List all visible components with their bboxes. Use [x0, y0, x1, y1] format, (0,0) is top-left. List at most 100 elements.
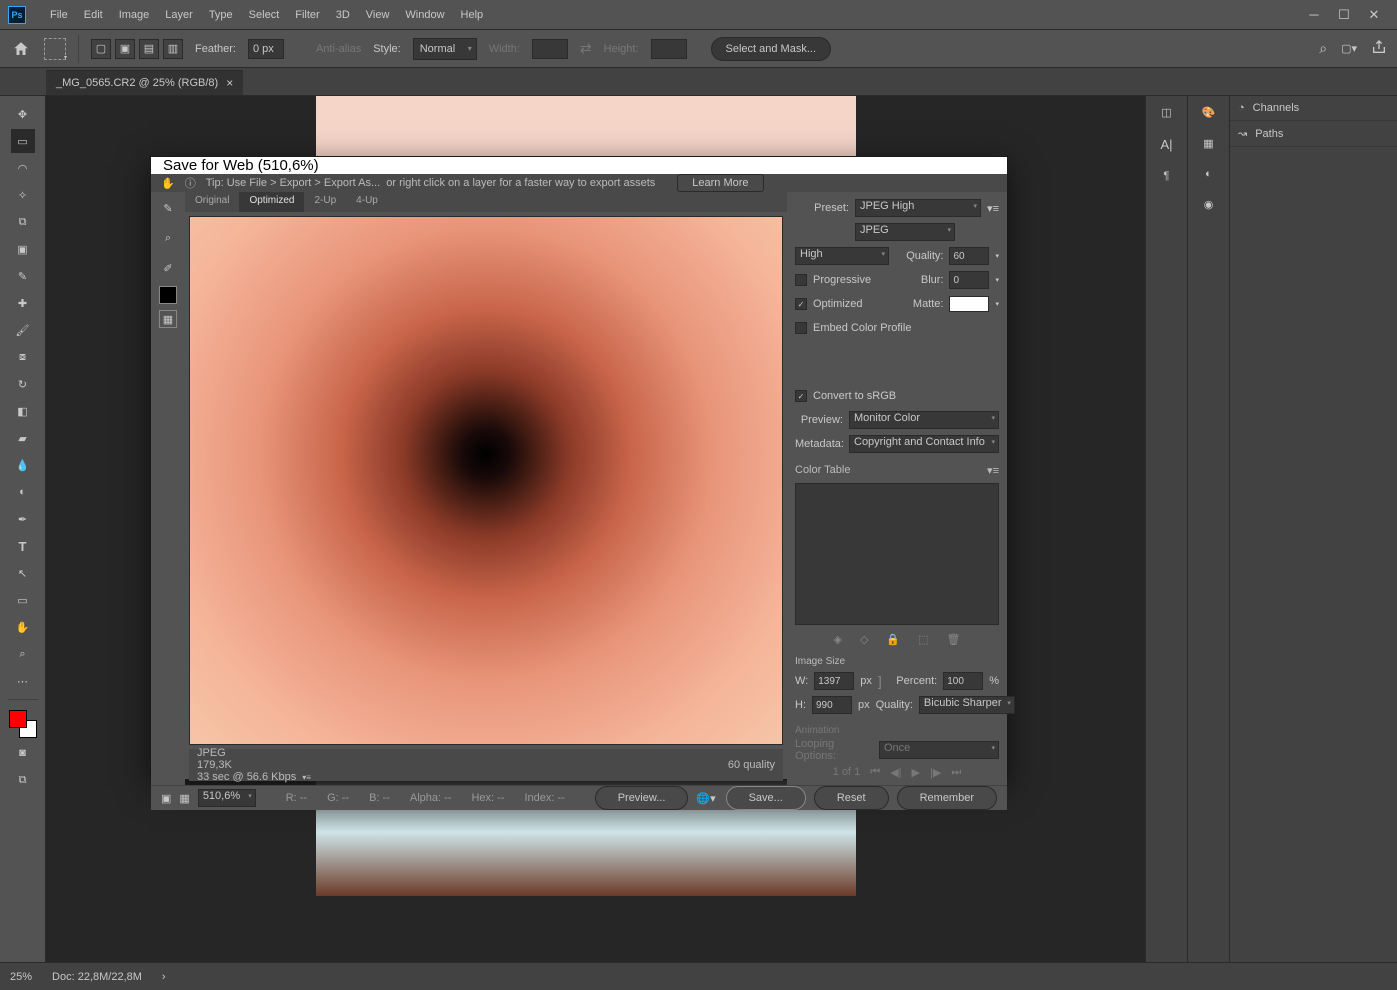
- path-selection-tool[interactable]: ↖: [11, 561, 35, 585]
- ct-shift-icon[interactable]: ◇: [860, 633, 868, 646]
- panel-icon[interactable]: ◫: [1161, 106, 1171, 119]
- eraser-tool[interactable]: ◧: [11, 399, 35, 423]
- status-caret-icon[interactable]: ›: [162, 971, 166, 983]
- dlg-zoom-tool[interactable]: ⌕: [156, 226, 180, 250]
- menu-select[interactable]: Select: [241, 5, 288, 25]
- marquee-tool[interactable]: ▭: [11, 129, 35, 153]
- menu-image[interactable]: Image: [111, 5, 158, 25]
- document-tab[interactable]: _MG_0565.CR2 @ 25% (RGB/8) ×: [46, 70, 243, 95]
- zoom-tool[interactable]: ⌕: [11, 642, 35, 666]
- selection-subtract[interactable]: ▤: [139, 39, 159, 59]
- blur-input[interactable]: [949, 271, 989, 289]
- menu-view[interactable]: View: [358, 5, 398, 25]
- document-info[interactable]: Doc: 22,8M/22,8M: [52, 971, 142, 983]
- paragraph-panel-icon[interactable]: ¶: [1164, 170, 1170, 182]
- history-brush-tool[interactable]: ↻: [11, 372, 35, 396]
- more-tools[interactable]: ⋯: [11, 669, 35, 693]
- clone-stamp-tool[interactable]: ⧇: [11, 345, 35, 369]
- selection-intersect[interactable]: ▥: [163, 39, 183, 59]
- preview-browser-button[interactable]: Preview...: [595, 786, 689, 810]
- lasso-tool[interactable]: ◠: [11, 156, 35, 180]
- compression-dropdown[interactable]: High: [795, 247, 889, 265]
- select-and-mask-button[interactable]: Select and Mask...: [711, 37, 832, 61]
- matte-caret[interactable]: ▾: [995, 300, 999, 308]
- dlg-slice-visibility[interactable]: ▦: [159, 310, 177, 328]
- paths-panel[interactable]: ↝ Paths: [1230, 121, 1397, 147]
- height-input[interactable]: [812, 696, 852, 714]
- blur-caret[interactable]: ▾: [995, 276, 999, 284]
- percent-input[interactable]: [943, 672, 983, 690]
- eyedropper-tool[interactable]: ✎: [11, 264, 35, 288]
- quality-dropdown-caret[interactable]: ▾: [995, 252, 999, 260]
- channels-panel[interactable]: ◔ Channels: [1230, 96, 1397, 121]
- convert-srgb-checkbox[interactable]: ✓: [795, 390, 807, 402]
- close-button[interactable]: ✕: [1359, 5, 1389, 25]
- color-swatch[interactable]: [9, 710, 37, 738]
- preview-dropdown[interactable]: Monitor Color: [849, 411, 999, 429]
- type-tool[interactable]: T: [11, 534, 35, 558]
- healing-brush-tool[interactable]: ✚: [11, 291, 35, 315]
- browser-icon[interactable]: 🌐▾: [696, 792, 715, 805]
- tool-preset[interactable]: ▾: [44, 38, 66, 60]
- save-button[interactable]: Save...: [726, 786, 806, 810]
- minimize-button[interactable]: ─: [1299, 5, 1329, 25]
- workspace-switcher-icon[interactable]: ▢▾: [1341, 42, 1357, 55]
- embed-profile-checkbox[interactable]: [795, 322, 807, 334]
- ct-lock-icon[interactable]: 🔒: [886, 633, 900, 646]
- menu-help[interactable]: Help: [453, 5, 492, 25]
- move-tool[interactable]: ✥: [11, 102, 35, 126]
- selection-new[interactable]: ▢: [91, 39, 111, 59]
- shape-tool[interactable]: ▭: [11, 588, 35, 612]
- selection-add[interactable]: ▣: [115, 39, 135, 59]
- gradient-tool[interactable]: ▰: [11, 426, 35, 450]
- preset-dropdown[interactable]: JPEG High: [855, 199, 981, 217]
- menu-layer[interactable]: Layer: [157, 5, 201, 25]
- menu-filter[interactable]: Filter: [287, 5, 327, 25]
- preview-tab-optimized[interactable]: Optimized: [239, 192, 304, 212]
- dlg-eyedropper-tool[interactable]: ✐: [156, 256, 180, 280]
- dialog-preview-image[interactable]: [189, 216, 783, 745]
- menu-3d[interactable]: 3D: [328, 5, 358, 25]
- hand-tool[interactable]: ✋: [11, 615, 35, 639]
- learn-more-button[interactable]: Learn More: [677, 174, 763, 192]
- progressive-checkbox[interactable]: [795, 274, 807, 286]
- zoom-dropdown[interactable]: 510,6%: [198, 789, 256, 807]
- screen-mode-toggle[interactable]: ⧉: [11, 768, 35, 792]
- dlg-eyedropper-color[interactable]: [159, 286, 177, 304]
- magic-wand-tool[interactable]: ✧: [11, 183, 35, 207]
- optimized-checkbox[interactable]: ✓: [795, 298, 807, 310]
- brush-tool[interactable]: 🖌: [11, 318, 35, 342]
- preview-tab-original[interactable]: Original: [185, 192, 239, 212]
- color-panel-icon[interactable]: 🎨: [1202, 106, 1216, 119]
- link-icon[interactable]: ]: [878, 673, 882, 689]
- pen-tool[interactable]: ✒: [11, 507, 35, 531]
- style-dropdown[interactable]: Normal: [413, 38, 477, 60]
- ct-snap-icon[interactable]: ◈: [833, 633, 841, 646]
- toggle-slices2-icon[interactable]: ▦: [179, 792, 189, 805]
- glyphs-panel-icon[interactable]: A|: [1160, 137, 1172, 152]
- blur-tool[interactable]: 💧: [11, 453, 35, 477]
- zoom-level[interactable]: 25%: [10, 971, 32, 983]
- tab-close-icon[interactable]: ×: [226, 76, 233, 90]
- maximize-button[interactable]: ☐: [1329, 5, 1359, 25]
- share-icon[interactable]: [1371, 39, 1387, 58]
- preset-menu-icon[interactable]: ▾≡: [987, 202, 999, 215]
- swatches-panel-icon[interactable]: ▦: [1203, 137, 1213, 150]
- menu-edit[interactable]: Edit: [76, 5, 111, 25]
- preview-tab-2-up[interactable]: 2-Up: [304, 192, 346, 212]
- crop-tool[interactable]: ⧉: [11, 210, 35, 234]
- properties-panel-icon[interactable]: ◉: [1204, 198, 1214, 211]
- toggle-slices-icon[interactable]: ▣: [161, 792, 171, 805]
- ct-new-icon[interactable]: ⬚: [918, 633, 928, 646]
- menu-type[interactable]: Type: [201, 5, 241, 25]
- adjustments-panel-icon[interactable]: ◐: [1205, 168, 1212, 180]
- metadata-dropdown[interactable]: Copyright and Contact Info: [849, 435, 999, 453]
- dodge-tool[interactable]: ◐: [11, 480, 35, 504]
- menu-file[interactable]: File: [42, 5, 76, 25]
- preview-tab-4-up[interactable]: 4-Up: [346, 192, 388, 212]
- width-input[interactable]: [814, 672, 854, 690]
- feather-input[interactable]: [248, 39, 284, 59]
- quality-input[interactable]: [949, 247, 989, 265]
- format-dropdown[interactable]: JPEG: [855, 223, 955, 241]
- search-icon[interactable]: ⌕: [1319, 40, 1327, 57]
